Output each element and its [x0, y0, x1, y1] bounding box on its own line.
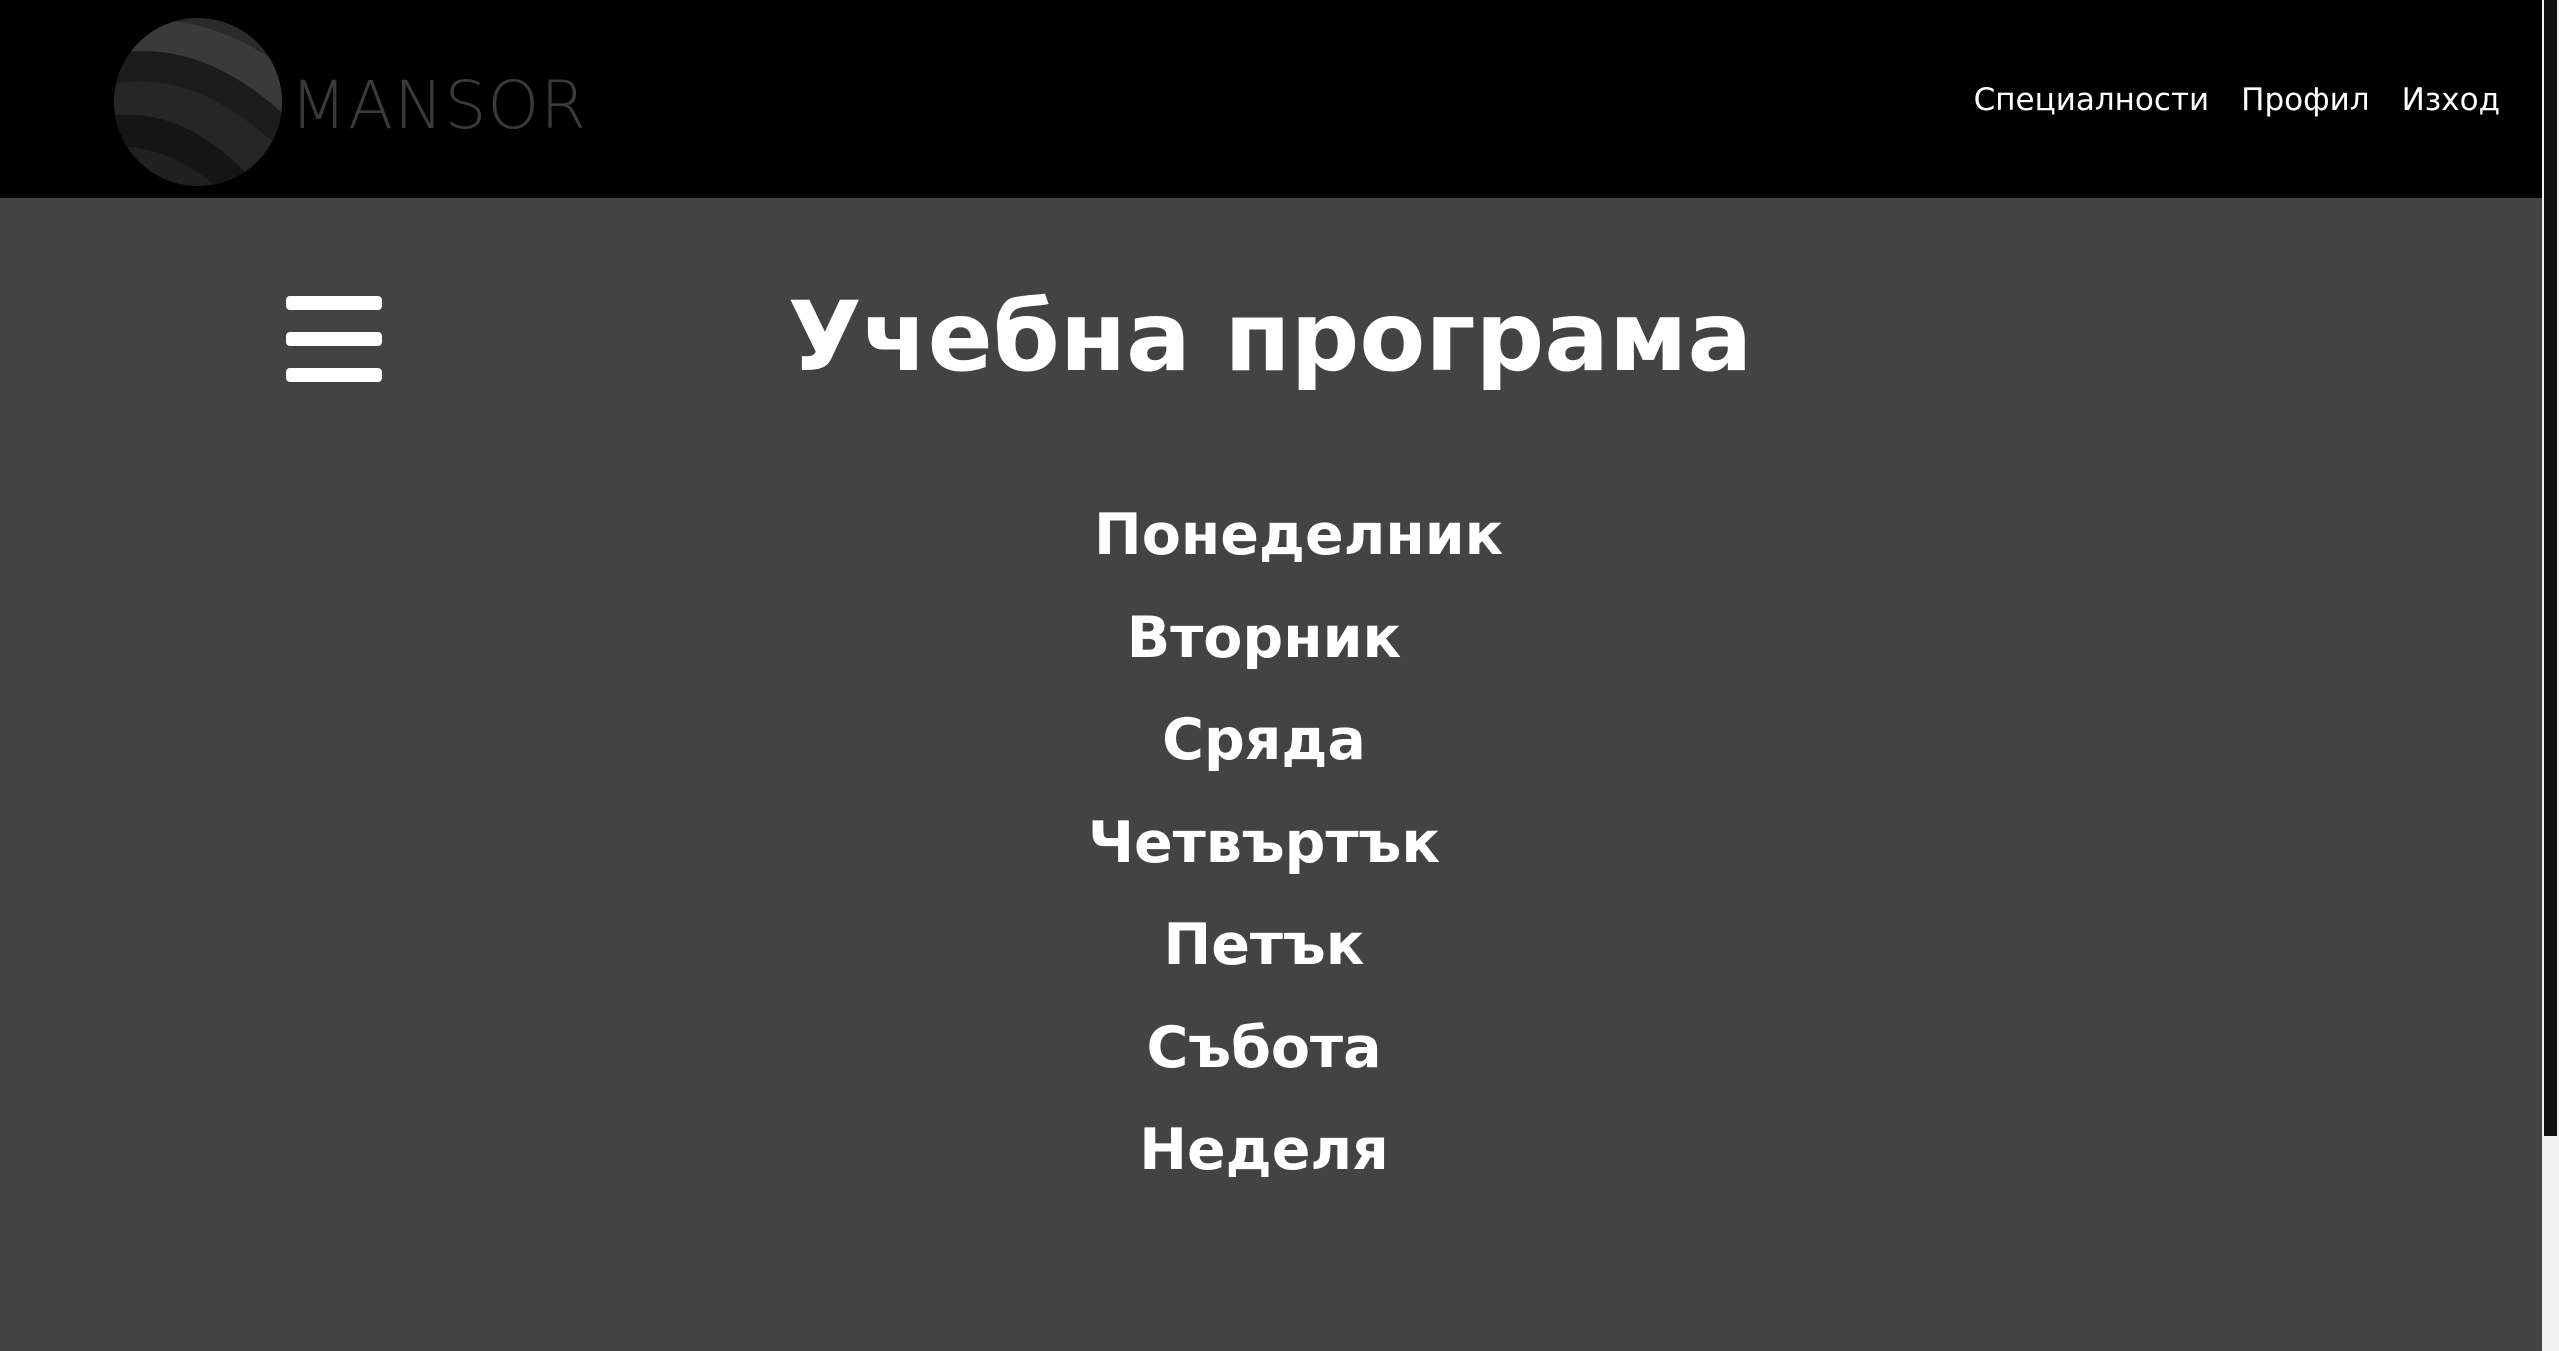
main-nav: Специалности Профил Изход — [1974, 82, 2500, 118]
weekday-list: Понеделник Вторник Сряда Четвъртък Петък… — [1044, 490, 1503, 1208]
page: MANSOR Специалности Профил Изход Учебна … — [0, 0, 2559, 1351]
hamburger-menu-icon[interactable] — [286, 296, 382, 384]
menu-bar-middle — [286, 332, 382, 346]
top-navbar: MANSOR Специалности Профил Изход — [0, 0, 2542, 198]
brand-name: MANSOR — [290, 66, 588, 144]
menu-bar-top — [286, 296, 382, 310]
nav-link-profile[interactable]: Профил — [2241, 82, 2369, 118]
day-link-wednesday[interactable]: Сряда — [1044, 695, 1484, 798]
scrollbar-thumb[interactable] — [2544, 0, 2557, 1136]
day-link-friday[interactable]: Петък — [1044, 900, 1484, 1003]
page-title: Учебна програма — [787, 281, 1753, 393]
day-link-saturday[interactable]: Събота — [1044, 1003, 1484, 1106]
sphere-logo-icon — [114, 18, 282, 186]
day-link-thursday[interactable]: Четвъртък — [1044, 798, 1484, 901]
vertical-scrollbar[interactable] — [2542, 0, 2559, 1351]
nav-link-logout[interactable]: Изход — [2402, 82, 2500, 118]
nav-link-specialties[interactable]: Специалности — [1974, 82, 2210, 118]
day-link-sunday[interactable]: Неделя — [1044, 1105, 1484, 1208]
day-link-tuesday[interactable]: Вторник — [1044, 593, 1484, 696]
day-link-monday[interactable]: Понеделник — [1044, 490, 1503, 593]
menu-bar-bottom — [286, 368, 382, 382]
brand-logo[interactable]: MANSOR — [108, 18, 587, 186]
